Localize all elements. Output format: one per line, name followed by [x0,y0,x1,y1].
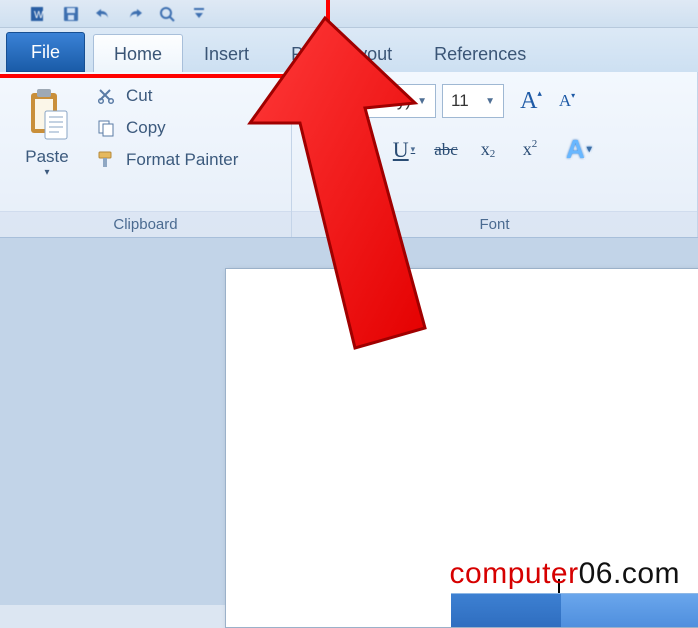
save-icon[interactable] [62,5,80,23]
tab-insert-label: Insert [204,44,249,65]
document-area [0,238,698,605]
chevron-down-icon: ▾ [587,144,592,155]
sub-2-label: 2 [490,148,496,160]
sub-x-label: x [481,139,490,160]
format-painter-icon [96,150,116,170]
copy-icon [96,118,116,138]
paste-label: Paste [25,147,68,167]
cut-button[interactable]: Cut [92,84,242,108]
tab-references[interactable]: References [413,34,547,72]
shrink-font-label: A [559,91,571,111]
italic-button[interactable]: I [348,137,376,163]
paste-dropdown-icon[interactable]: ▾ [44,167,49,178]
customize-qat-icon[interactable] [190,5,208,23]
redo-icon[interactable] [126,5,144,23]
font-group: Body) ▼ 11 ▼ A▴ A▾ B [292,72,698,237]
strikethrough-button[interactable]: abc [432,137,460,163]
quick-access-toolbar: W [0,0,698,28]
strike-label: abc [434,140,458,160]
selection-bar-margin [451,594,561,627]
print-preview-icon[interactable] [158,5,176,23]
cut-label: Cut [126,86,152,106]
text-effects-label: A [566,134,585,165]
tab-page-layout-label: Page Layout [291,44,392,65]
file-tab-label: File [31,42,60,63]
grow-font-button[interactable]: A▴ [516,86,546,116]
format-painter-label: Format Painter [126,150,238,170]
grow-font-label: A [520,88,537,115]
tab-home-label: Home [114,44,162,65]
undo-icon[interactable] [94,5,112,23]
file-tab[interactable]: File [6,32,85,72]
svg-text:W: W [34,10,44,21]
shrink-font-button[interactable]: A▾ [552,86,582,116]
selection-bar [451,593,698,627]
paste-icon [23,85,71,143]
ribbon-tabs: File Home Insert Page Layout References [0,28,698,72]
tab-references-label: References [434,44,526,65]
tab-home[interactable]: Home [93,34,183,72]
superscript-button[interactable]: x2 [516,137,544,163]
ribbon: Paste ▾ Cut Copy [0,72,698,238]
italic-label: I [358,137,365,163]
chevron-down-icon: ▼ [417,96,427,107]
down-caret-icon: ▾ [571,91,575,100]
bold-button[interactable]: B [306,137,334,163]
format-painter-button[interactable]: Format Painter [92,148,242,172]
watermark: computer06.com [450,557,680,591]
sup-x-label: x [523,139,532,160]
tab-page-layout[interactable]: Page Layout [270,34,413,72]
copy-label: Copy [126,118,166,138]
underline-label: U [393,137,409,163]
chevron-down-icon: ▾ [411,144,416,155]
paste-button[interactable]: Paste ▾ [12,80,82,207]
watermark-part-b: 06.com [579,557,680,590]
watermark-part-a: computer [450,557,579,590]
scissors-icon [96,86,116,106]
subscript-button[interactable]: x2 [474,137,502,163]
font-name-combo[interactable]: Body) ▼ [306,84,436,118]
clipboard-group: Paste ▾ Cut Copy [0,72,292,237]
clipboard-group-label: Clipboard [0,211,291,237]
bold-label: B [313,137,328,163]
underline-button[interactable]: U ▾ [390,137,418,163]
font-size-value: 11 [451,91,469,111]
chevron-down-icon: ▼ [485,96,495,107]
text-effects-button[interactable]: A ▾ [566,134,592,165]
copy-button[interactable]: Copy [92,116,242,140]
up-caret-icon: ▴ [537,88,542,99]
tab-insert[interactable]: Insert [183,34,270,72]
font-name-value: Body) [367,91,411,111]
sup-2-label: 2 [532,138,538,150]
font-group-label: Font [292,211,697,237]
word-icon: W [30,5,48,23]
font-size-combo[interactable]: 11 ▼ [442,84,504,118]
